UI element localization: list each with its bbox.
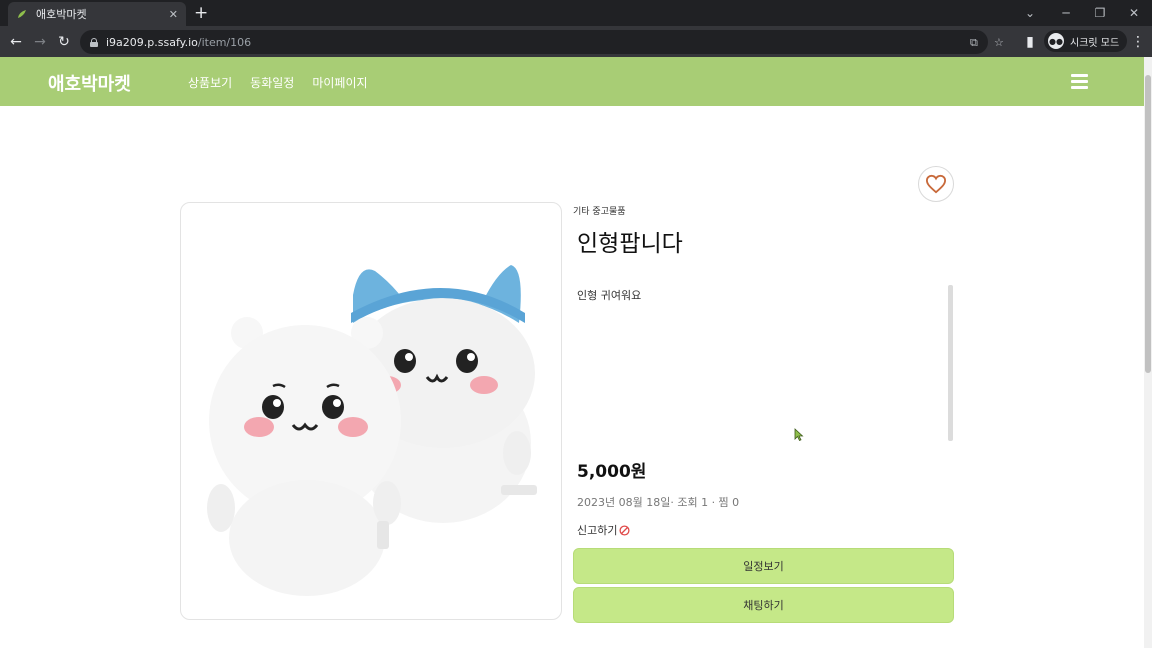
nav-item-fairytale-schedule[interactable]: 동화일정 (250, 74, 294, 91)
report-link[interactable]: 신고하기 (577, 522, 631, 538)
star-icon[interactable]: ☆ (994, 36, 1004, 49)
url-path: /item/106 (197, 35, 252, 49)
description-scrollbar[interactable] (948, 285, 953, 441)
product-photo-plush-dolls (207, 265, 537, 596)
nav-item-mypage[interactable]: 마이페이지 (312, 74, 367, 91)
url-host: i9a209.p.ssafy.io (106, 35, 198, 49)
browser-toolbar: ← → ↻ i9a209.p.ssafy.io/item/106 ⧉ ☆ ▮ ●… (0, 26, 1152, 57)
item-meta: 2023년 08월 18일· 조회 1 · 찜 0 (577, 496, 740, 509)
report-label: 신고하기 (577, 524, 618, 537)
tab-title: 애호박마켓 (36, 8, 87, 21)
url-text: i9a209.p.ssafy.io/item/106 (106, 36, 251, 49)
item-price: 5,000원 (577, 462, 647, 482)
prohibited-icon (619, 524, 631, 536)
browser-tab[interactable]: 애호박마켓 ✕ (8, 2, 186, 26)
item-category: 기타 중고물품 (573, 207, 626, 217)
address-bar[interactable]: i9a209.p.ssafy.io/item/106 ⧉ ☆ (80, 30, 1004, 54)
site-header: 애호박마켓 상품보기 동화일정 마이페이지 (0, 57, 1144, 106)
site-logo[interactable]: 애호박마켓 (48, 70, 131, 96)
back-arrow-icon[interactable]: ← (6, 32, 26, 52)
restore-icon[interactable]: ❐ (1082, 0, 1118, 26)
chat-button[interactable]: 채팅하기 (573, 587, 954, 623)
zucchini-favicon-icon (16, 8, 28, 20)
menu-kebab-icon[interactable]: ⋮ (1128, 32, 1148, 52)
item-description: 인형 귀여워요 (577, 289, 642, 302)
incognito-label: 시크릿 모드 (1070, 37, 1120, 49)
schedule-button[interactable]: 일정보기 (573, 548, 954, 584)
wishlist-heart-button[interactable] (918, 166, 954, 202)
hamburger-menu-icon[interactable] (1071, 74, 1088, 89)
side-panel-icon[interactable]: ▮ (1020, 32, 1040, 52)
item-title: 인형팝니다 (577, 231, 683, 257)
incognito-icon: ●● (1048, 33, 1064, 49)
lock-icon (90, 37, 98, 47)
minimize-icon[interactable]: ─ (1048, 0, 1084, 26)
translate-icon[interactable]: ⧉ (970, 36, 978, 50)
tab-search-icon[interactable]: ⌄ (1012, 0, 1048, 26)
main-nav: 상품보기 동화일정 마이페이지 (188, 74, 368, 91)
page-scrollbar[interactable] (1144, 57, 1152, 648)
tab-close-icon[interactable]: ✕ (169, 8, 178, 21)
product-image-card (180, 202, 562, 620)
white-bear-plush (207, 317, 401, 596)
nav-item-products[interactable]: 상품보기 (188, 74, 232, 91)
heart-icon (925, 174, 947, 194)
scrollbar-thumb[interactable] (1145, 75, 1151, 373)
reload-icon[interactable]: ↻ (54, 32, 74, 52)
forward-arrow-icon[interactable]: → (30, 32, 50, 52)
incognito-badge[interactable]: ●● 시크릿 모드 (1044, 30, 1128, 52)
browser-tab-strip: 애호박마켓 ✕ + ⌄ ─ ❐ ✕ (0, 0, 1152, 26)
new-tab-button[interactable]: + (194, 3, 208, 23)
mouse-cursor-icon (794, 428, 804, 442)
close-window-icon[interactable]: ✕ (1116, 0, 1152, 26)
